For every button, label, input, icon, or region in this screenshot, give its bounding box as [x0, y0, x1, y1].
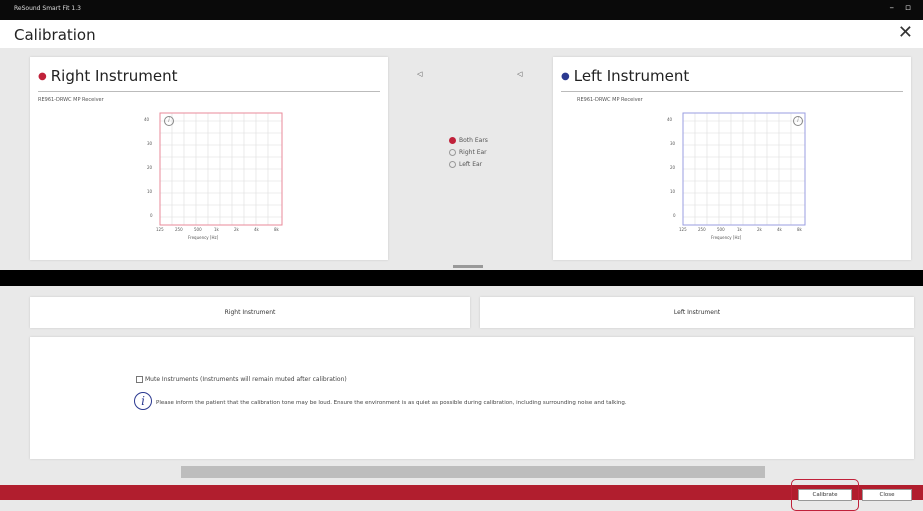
page-title: Calibration	[14, 26, 96, 44]
radio-right-ear[interactable]: Right Ear	[449, 149, 487, 156]
x-tick: 4k	[777, 227, 782, 232]
x-tick: 125	[156, 227, 164, 232]
calibration-options-panel: Mute Instruments (Instruments will remai…	[30, 337, 914, 459]
tab-left-instrument[interactable]: Left Instrument	[480, 297, 914, 328]
x-tick: 125	[679, 227, 687, 232]
close-button[interactable]: Close	[862, 489, 912, 501]
y-tick: 0	[673, 213, 676, 218]
radio-left-ear[interactable]: Left Ear	[449, 161, 482, 168]
y-tick: 30	[670, 141, 676, 146]
y-tick: 40	[667, 117, 673, 122]
radio-selected-icon	[449, 137, 456, 144]
close-icon[interactable]: ✕	[898, 22, 913, 43]
y-tick: 10	[670, 189, 676, 194]
right-plot-svg	[159, 112, 283, 226]
x-tick: 8k	[797, 227, 802, 232]
radio-icon	[449, 149, 456, 156]
window-controls[interactable]: – ▫	[890, 3, 915, 13]
splitter-grip[interactable]	[453, 265, 483, 268]
calibrate-highlight	[791, 479, 859, 511]
ear-right-icon: ◁	[417, 70, 423, 78]
window-titlebar: ReSound Smart Fit 1.3 – ▫	[0, 0, 923, 20]
x-tick: 2k	[234, 227, 239, 232]
info-icon[interactable]: i	[793, 116, 803, 126]
y-tick: 40	[144, 117, 150, 122]
right-instrument-title: ● Right Instrument	[38, 67, 178, 85]
x-tick: 500	[194, 227, 202, 232]
right-receiver-label: RE961-DRWC MP Receiver	[38, 97, 104, 103]
x-axis-label: Frequency [Hz]	[188, 235, 219, 240]
x-axis-label: Frequency [Hz]	[711, 235, 742, 240]
x-tick: 250	[175, 227, 183, 232]
calibration-info-text: Please inform the patient that the calib…	[156, 400, 627, 406]
mute-instruments-checkbox[interactable]: Mute Instruments (Instruments will remai…	[136, 376, 347, 383]
x-tick: 2k	[757, 227, 762, 232]
dialog-header: Calibration ✕	[0, 20, 923, 48]
y-tick: 10	[147, 189, 153, 194]
right-instrument-panel: ● Right Instrument RE961-DRWC MP Receiver…	[30, 57, 388, 260]
y-tick: 20	[147, 165, 153, 170]
left-calibration-plot: i 40 30 20 10 0 125 250 500 1k 2k 4k 8k	[643, 109, 823, 233]
right-dot-icon: ●	[38, 71, 47, 82]
splitter-bar	[0, 270, 923, 286]
x-tick: 4k	[254, 227, 259, 232]
x-tick: 250	[698, 227, 706, 232]
radio-icon	[449, 161, 456, 168]
x-tick: 500	[717, 227, 725, 232]
y-tick: 20	[670, 165, 676, 170]
checkbox-icon	[136, 376, 143, 383]
footer-bar	[0, 485, 923, 500]
left-receiver-label: RE961-DRWC MP Receiver	[577, 97, 643, 103]
divider	[38, 91, 380, 92]
radio-both-ears[interactable]: Both Ears	[449, 137, 488, 144]
y-tick: 0	[150, 213, 153, 218]
y-tick: 30	[147, 141, 153, 146]
x-tick: 1k	[737, 227, 742, 232]
left-instrument-title: ● Left Instrument	[561, 67, 690, 85]
divider	[561, 91, 903, 92]
horizontal-scrollbar[interactable]	[181, 466, 765, 478]
tab-right-instrument[interactable]: Right Instrument	[30, 297, 470, 328]
app-name: ReSound Smart Fit 1.3	[14, 5, 81, 12]
info-icon: i	[134, 392, 152, 410]
info-icon[interactable]: i	[164, 116, 174, 126]
right-calibration-plot: i 40 30 20 10 0 125 250 500 1k 2k 4k 8k	[120, 109, 300, 233]
ear-left-icon: ◁	[517, 70, 523, 78]
x-tick: 8k	[274, 227, 279, 232]
left-instrument-panel: ● Left Instrument RE961-DRWC MP Receiver …	[553, 57, 911, 260]
x-tick: 1k	[214, 227, 219, 232]
left-plot-svg	[682, 112, 806, 226]
left-dot-icon: ●	[561, 71, 570, 82]
